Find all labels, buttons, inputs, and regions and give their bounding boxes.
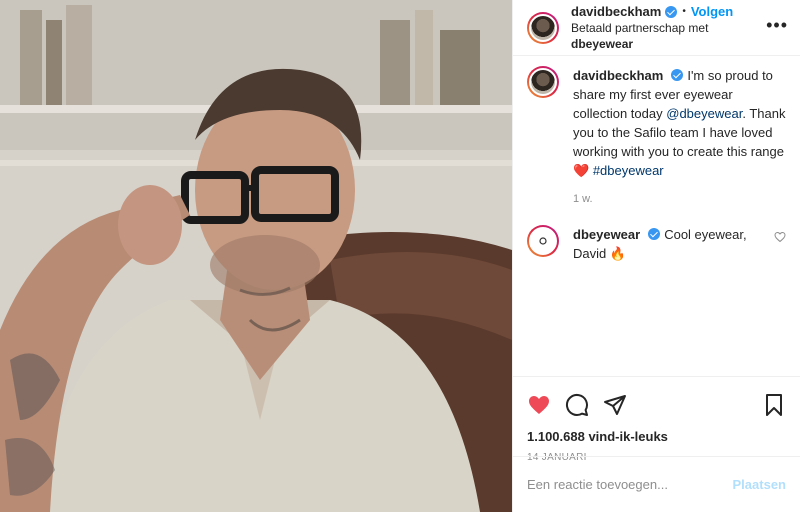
add-comment-bar: Plaatsen xyxy=(513,456,800,512)
caption-time[interactable]: 1 w. xyxy=(573,190,786,209)
post-side-panel: davidbeckham • Volgen Betaald partnersch… xyxy=(512,0,800,512)
header-text: davidbeckham • Volgen Betaald partnersch… xyxy=(571,4,766,52)
follow-button[interactable]: Volgen xyxy=(691,4,733,20)
brand-logo-icon xyxy=(529,227,557,255)
comment-input[interactable] xyxy=(527,477,733,492)
post-comment-button[interactable]: Plaatsen xyxy=(733,477,786,492)
bookmark-icon[interactable] xyxy=(762,393,786,417)
comment-body: dbeyewear Cool eyewear, David 🔥 xyxy=(573,225,774,263)
paid-partnership-line: Betaald partnerschap met dbeyewear xyxy=(571,20,766,52)
separator-dot: • xyxy=(682,5,686,17)
post-actions: 1.100.688 vind-ik-leuks 14 JANUARI xyxy=(513,376,800,463)
verified-badge-icon xyxy=(648,228,661,240)
fire-emoji: 🔥 xyxy=(609,246,627,261)
heart-emoji: ❤️ xyxy=(573,163,590,178)
more-options-icon[interactable]: ••• xyxy=(766,16,788,36)
caption: davidbeckham I'm so proud to share my fir… xyxy=(527,66,786,223)
author-avatar[interactable] xyxy=(527,11,559,44)
comments-list: davidbeckham I'm so proud to share my fir… xyxy=(513,56,800,376)
partnership-prefix: Betaald partnerschap met xyxy=(571,20,709,35)
caption-body: davidbeckham I'm so proud to share my fir… xyxy=(573,66,786,223)
commenter-username[interactable]: dbeyewear xyxy=(573,227,640,242)
caption-avatar[interactable] xyxy=(527,66,559,98)
likes-count[interactable]: 1.100.688 vind-ik-leuks xyxy=(527,429,786,444)
hashtag-link[interactable]: #dbeyewear xyxy=(593,163,664,178)
paper-plane-icon[interactable] xyxy=(603,393,627,417)
comment-icon[interactable] xyxy=(565,393,589,417)
mention-link[interactable]: @dbeyewear xyxy=(666,106,742,121)
author-username[interactable]: davidbeckham xyxy=(571,4,661,20)
instagram-post: davidbeckham • Volgen Betaald partnersch… xyxy=(0,0,800,512)
verified-badge-icon xyxy=(665,5,678,18)
comment-like-heart-icon[interactable] xyxy=(774,231,786,243)
post-photo[interactable] xyxy=(0,0,512,512)
post-header: davidbeckham • Volgen Betaald partnersch… xyxy=(513,0,800,56)
action-icons xyxy=(527,385,786,425)
heart-filled-icon[interactable] xyxy=(527,393,551,417)
verified-badge-icon xyxy=(671,69,684,81)
commenter-avatar[interactable] xyxy=(527,225,559,257)
comment-item: dbeyewear Cool eyewear, David 🔥 xyxy=(527,225,786,263)
caption-username[interactable]: davidbeckham xyxy=(573,68,663,83)
partner-link[interactable]: dbeyewear xyxy=(571,37,633,51)
man-with-glasses-illustration xyxy=(0,0,512,512)
